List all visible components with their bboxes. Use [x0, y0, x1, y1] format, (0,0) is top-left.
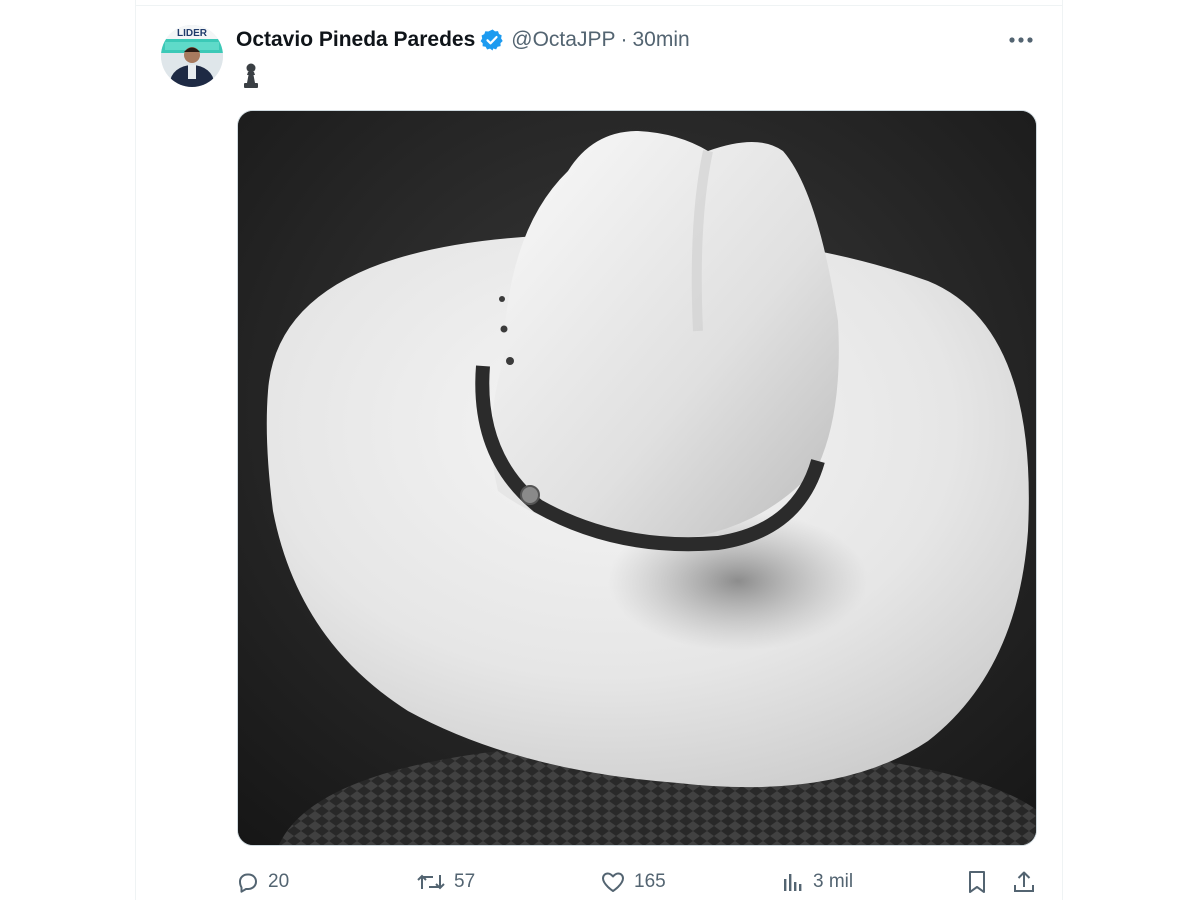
tweet-actions: 20 57 165 3 mil — [236, 866, 1038, 898]
analytics-icon — [784, 874, 802, 891]
retweet-count: 57 — [454, 871, 476, 892]
reply-icon — [239, 873, 257, 893]
share-icon — [1014, 871, 1034, 892]
share-button[interactable] — [1012, 866, 1036, 898]
tweet-text — [240, 62, 270, 90]
verified-badge-icon — [480, 28, 504, 52]
more-options-button[interactable] — [1006, 25, 1036, 55]
retweet-icon — [417, 874, 445, 890]
separator-dot: · — [620, 28, 628, 51]
handle[interactable]: @OctaJPP — [511, 28, 615, 52]
like-button[interactable]: 165 — [600, 866, 666, 898]
ellipsis-icon — [1009, 37, 1033, 43]
tweet-header: Octavio Pineda Paredes @OctaJPP · 30min — [236, 26, 690, 54]
tweet-media-image[interactable] — [237, 110, 1037, 846]
avatar-image: LIDER — [161, 25, 223, 87]
views-button[interactable]: 3 mil — [781, 866, 853, 898]
like-count: 165 — [634, 871, 666, 892]
page: LIDER Octavio Pineda Paredes @OctaJPP · … — [0, 0, 1200, 900]
views-count: 3 mil — [813, 871, 854, 892]
cowboy-hat-image — [238, 111, 1036, 845]
display-name[interactable]: Octavio Pineda Paredes — [236, 28, 475, 52]
avatar-banner-text: LIDER — [177, 28, 208, 39]
heart-icon — [602, 872, 624, 892]
reply-button[interactable]: 20 — [236, 866, 289, 898]
reply-count: 20 — [268, 871, 290, 892]
avatar[interactable]: LIDER — [161, 25, 223, 87]
timeline-column: LIDER Octavio Pineda Paredes @OctaJPP · … — [135, 0, 1063, 900]
bookmark-button[interactable] — [966, 866, 988, 898]
retweet-button[interactable]: 57 — [416, 866, 475, 898]
timestamp[interactable]: 30min — [632, 28, 689, 52]
divider — [136, 5, 1062, 6]
pawn-icon — [244, 63, 258, 88]
bookmark-icon — [969, 871, 985, 893]
